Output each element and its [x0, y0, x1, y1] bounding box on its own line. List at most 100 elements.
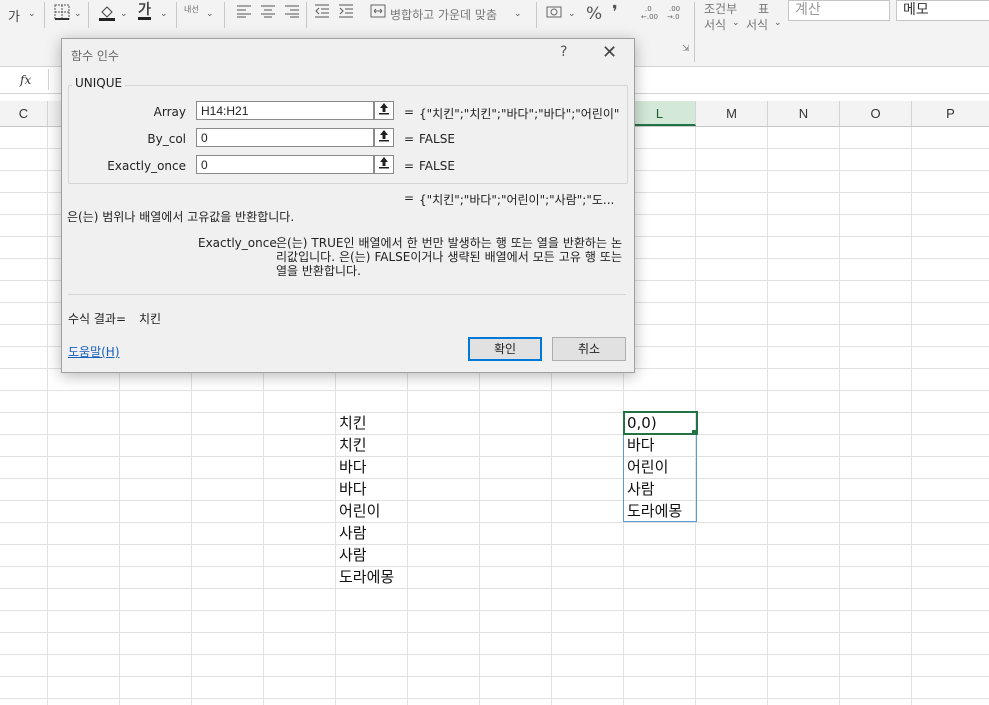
table-format-button[interactable]: 표	[758, 0, 769, 17]
gridline	[0, 654, 989, 655]
ribbon-separator	[176, 2, 177, 28]
formula-result-value: 치킨	[139, 312, 162, 326]
conditional-format-sub[interactable]: 서식	[704, 16, 726, 33]
column-header-p[interactable]: P	[912, 101, 989, 126]
table-format-sub[interactable]: 서식	[746, 16, 768, 33]
cell-l17[interactable]: 사람	[624, 478, 655, 500]
cell-h20[interactable]: 사람	[336, 544, 367, 566]
exactly-once-input[interactable]: 0	[196, 155, 374, 174]
decrease-indent-icon[interactable]	[314, 4, 330, 21]
gridline	[0, 412, 989, 413]
align-left-icon[interactable]	[236, 4, 252, 21]
gridline	[0, 698, 989, 699]
arg-result-array: {"치킨";"치킨";"바다";"바다";"어린이"	[419, 107, 620, 121]
gridline	[0, 390, 989, 391]
cancel-button[interactable]: 취소	[552, 337, 626, 361]
cell-h16[interactable]: 바다	[336, 456, 367, 478]
dialog-divider	[68, 294, 626, 295]
active-cell-border	[623, 411, 698, 435]
align-right-icon[interactable]	[284, 4, 300, 21]
font-size-decrease-button[interactable]: 가	[8, 6, 20, 25]
by-col-input[interactable]: 0	[196, 128, 374, 147]
border-icon[interactable]	[54, 4, 70, 23]
column-header-m[interactable]: M	[696, 101, 768, 126]
style-memo[interactable]: 메모	[896, 0, 989, 21]
cell-h14[interactable]: 치킨	[336, 412, 367, 434]
svg-text:←.00: ←.00	[641, 13, 658, 20]
svg-text:.0: .0	[645, 5, 652, 13]
chevron-down-icon[interactable]: ⌄	[206, 9, 214, 19]
fx-icon[interactable]: fx	[20, 73, 31, 87]
chevron-down-icon[interactable]: ⌄	[74, 9, 82, 19]
gridline	[0, 610, 989, 611]
percent-style-button[interactable]: %	[586, 4, 602, 24]
gridline	[0, 544, 989, 545]
chevron-down-icon[interactable]: ⌄	[120, 9, 128, 19]
arg-description-label: Exactly_once	[198, 236, 277, 250]
ribbon-separator	[88, 2, 89, 28]
equals-sign: =	[404, 132, 415, 146]
equals-sign: =	[404, 191, 415, 205]
ribbon-separator	[536, 2, 537, 28]
chevron-down-icon[interactable]: ⌄	[732, 18, 740, 28]
cell-h18[interactable]: 어린이	[336, 500, 380, 522]
font-color-button[interactable]: 가	[138, 3, 151, 20]
decrease-decimal-icon[interactable]: .00 →.0	[666, 4, 684, 23]
help-icon[interactable]: ?	[560, 44, 567, 60]
cell-l15[interactable]: 바다	[624, 434, 655, 456]
collapse-dialog-icon[interactable]	[374, 155, 394, 174]
dialog-titlebar[interactable]: 함수 인수 ? ✕	[62, 39, 634, 69]
cell-h21[interactable]: 도라에몽	[336, 566, 394, 588]
chevron-down-icon[interactable]: ⌄	[774, 18, 782, 28]
cell-h17[interactable]: 바다	[336, 478, 367, 500]
fill-color-icon[interactable]	[98, 3, 116, 24]
cell-h19[interactable]: 사람	[336, 522, 367, 544]
conditional-format-button[interactable]: 조건부	[704, 0, 737, 17]
arg-label-exactly-once: Exactly_once	[107, 159, 186, 173]
cell-l18[interactable]: 도라에몽	[624, 500, 682, 522]
chevron-down-icon[interactable]: ⌄	[514, 9, 522, 19]
ok-button[interactable]: 확인	[468, 337, 542, 361]
gridline	[0, 434, 989, 435]
cell-l16[interactable]: 어린이	[624, 456, 668, 478]
arg-result-exactly-once: FALSE	[419, 159, 455, 173]
align-center-icon[interactable]	[260, 4, 276, 21]
collapse-dialog-icon[interactable]	[374, 101, 394, 120]
column-header-c[interactable]: C	[0, 101, 48, 126]
merge-center-button[interactable]: 병합하고 가운데 맞춤	[390, 6, 497, 23]
arg-description-text: 은(는) TRUE인 배열에서 한 번만 발생하는 행 또는 열을 반환하는 논…	[276, 236, 622, 278]
array-input[interactable]: H14:H21	[196, 101, 374, 120]
function-description: 은(는) 범위나 배열에서 고유값을 반환합니다.	[67, 210, 295, 224]
column-header-n[interactable]: N	[768, 101, 840, 126]
collapse-dialog-icon[interactable]	[374, 128, 394, 147]
formula-result-label: 수식 결과=	[68, 312, 127, 326]
svg-text:.00: .00	[669, 5, 680, 13]
group-launcher-icon[interactable]: ⇲	[682, 44, 690, 54]
ribbon-separator	[44, 2, 45, 28]
style-calc[interactable]: 계산	[788, 0, 890, 21]
increase-indent-icon[interactable]	[338, 4, 354, 21]
ribbon-separator	[694, 2, 695, 62]
increase-decimal-icon[interactable]: .0 ←.00	[640, 4, 658, 22]
gridline	[0, 456, 989, 457]
chevron-down-icon[interactable]: ⌄	[160, 9, 168, 19]
gridline	[0, 588, 989, 589]
fill-handle[interactable]	[692, 430, 697, 435]
arg-label-array: Array	[153, 105, 186, 119]
gridline	[0, 566, 989, 567]
close-icon[interactable]: ✕	[602, 42, 617, 63]
arg-label-by-col: By_col	[147, 132, 186, 146]
cell-h15[interactable]: 치킨	[336, 434, 367, 456]
gridline	[0, 632, 989, 633]
chevron-down-icon[interactable]: ⌄	[28, 9, 36, 19]
comma-style-button[interactable]: ❜	[612, 2, 618, 23]
column-header-o[interactable]: O	[840, 101, 912, 126]
merge-center-icon[interactable]	[370, 4, 386, 21]
help-link[interactable]: 도움말(H)	[68, 343, 120, 360]
phonetic-guide-button[interactable]: 내선	[184, 4, 199, 15]
function-name: UNIQUE	[72, 76, 126, 90]
chevron-down-icon[interactable]: ⌄	[568, 9, 576, 19]
gridline	[0, 676, 989, 677]
equals-sign: =	[404, 105, 415, 119]
accounting-format-icon[interactable]	[546, 5, 564, 22]
